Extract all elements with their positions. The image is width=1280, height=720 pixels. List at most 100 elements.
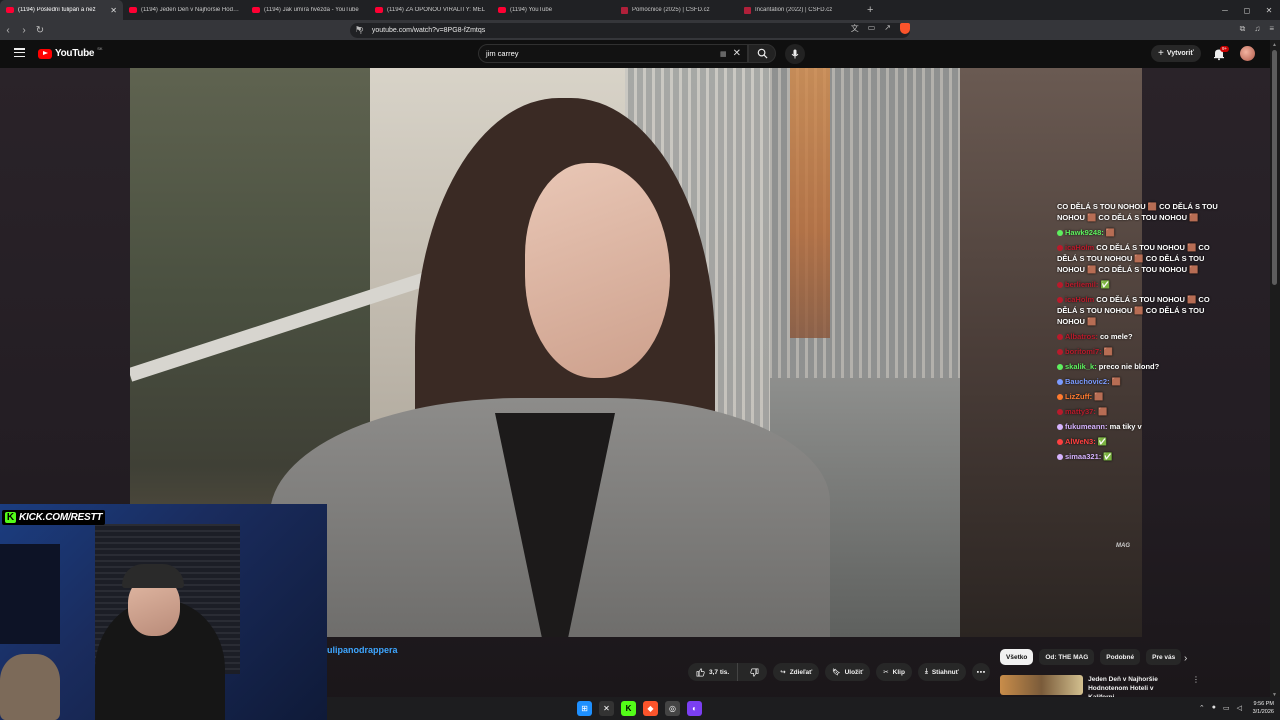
browser-tab-1[interactable]: (1194) Jeden Deň v Najhoršie Hodnot [123, 0, 246, 20]
page-scrollbar[interactable]: ▲ ▼ [1270, 40, 1280, 700]
channel-name[interactable]: ulipanodrappera [327, 645, 398, 655]
media-icon[interactable]: ♫ [1254, 24, 1260, 34]
kick-overlay: K KICK.COM/RESTT [2, 510, 106, 525]
youtube-favicon-icon [252, 7, 260, 13]
youtube-logo[interactable]: YouTube SK [38, 46, 103, 59]
brave-shield-icon[interactable] [900, 23, 910, 34]
chat-text: preco nie blond? [1098, 362, 1160, 371]
share-button[interactable]: ↪ Zdieľať [773, 663, 820, 681]
like-button[interactable]: 3,7 tis. [688, 663, 739, 681]
chat-message: Bauchovic2: 🟫 [1057, 376, 1227, 387]
tab-title: (1194) Poslední tulipán a než [18, 7, 96, 13]
volume-icon[interactable]: ◁ [1237, 704, 1242, 712]
reload-icon[interactable]: ↻ [32, 25, 48, 36]
scrollbar-thumb[interactable] [1272, 50, 1277, 285]
more-options-icon[interactable]: ⋮ [1192, 675, 1200, 695]
tray-overflow-icon[interactable]: ⌃ [1199, 704, 1205, 712]
chat-message: simaa321: ✅ [1057, 451, 1227, 462]
menu-icon[interactable]: ≡ [1269, 24, 1274, 34]
chat-badge-icon [1057, 379, 1063, 386]
minimize-icon[interactable]: ─ [1214, 0, 1236, 20]
brave-browser-icon[interactable]: ◆ [643, 701, 658, 716]
share-icon[interactable]: ↗ [884, 23, 891, 34]
chat-username: Albatros: [1065, 332, 1098, 341]
hamburger-menu-icon[interactable] [14, 48, 25, 57]
webcam-person-cap [122, 564, 184, 588]
extensions-icon[interactable]: ⧉ [1240, 24, 1246, 34]
save-button[interactable]: 🔖︎ Uložiť [825, 663, 871, 681]
chip-for-you[interactable]: Pre vás [1146, 649, 1182, 665]
browser-tab-3[interactable]: (1194) ZA OPONOU VIRALITY: MEL [369, 0, 492, 20]
cast-icon[interactable]: ▭ [868, 23, 876, 34]
browser-tab-5[interactable]: Pomocnice (2025) | ČSFD.cz [615, 0, 738, 20]
chat-badge-icon [1057, 297, 1063, 304]
taskbar-apps: ⊞ ✕ K ◆ ◎ ◐ [577, 701, 702, 716]
like-count: 3,7 tis. [709, 668, 730, 676]
scroll-up-icon[interactable]: ▲ [1272, 42, 1277, 48]
maximize-icon[interactable]: ◻ [1236, 0, 1258, 20]
twitch-app-icon[interactable]: ◐ [687, 701, 702, 716]
kick-app-icon[interactable]: K [621, 701, 636, 716]
chat-badge-icon [1057, 424, 1063, 431]
chat-username: Bauchovic2: [1065, 377, 1110, 386]
chat-username: skalik_k: [1065, 362, 1097, 371]
browser-tab-0[interactable]: (1194) Poslední tulipán a než ✕ [0, 0, 123, 20]
chat-message: berliemil: ✅ [1057, 279, 1227, 290]
create-button[interactable]: + Vytvoriť [1151, 45, 1201, 62]
csfd-favicon-icon [744, 6, 751, 14]
recommended-title[interactable]: Jeden Deň v Najhoršie Hodnotenom Hoteli … [1088, 675, 1187, 701]
streamer-webcam: K KICK.COM/RESTT [0, 504, 327, 720]
download-button[interactable]: ⤓ Stiahnuť [917, 663, 966, 681]
chat-username: LizZuff: [1065, 392, 1093, 401]
dislike-button[interactable] [742, 663, 767, 681]
share-arrow-icon: ↪ [780, 669, 786, 676]
chat-message: boritomi7: 🟫 [1057, 346, 1227, 357]
clip-button[interactable]: ✂ Klip [876, 663, 912, 681]
network-icon[interactable]: ▭ [1223, 704, 1230, 712]
chat-message: CO DĚLÁ S TOU NOHOU 🟫 CO DĚLÁ S TOU NOHO… [1057, 201, 1227, 223]
url-field[interactable]: ⚲ youtube.com/watch?v=8PG8-fZmtqs [350, 23, 910, 38]
chip-all[interactable]: Všetko [1000, 649, 1034, 665]
chips-next-chevron-icon[interactable]: › [1184, 653, 1187, 664]
steam-app-icon[interactable]: ◎ [665, 701, 680, 716]
download-icon: ⤓ [924, 668, 928, 675]
browser-tab-6[interactable]: Incantation (2022) | ČSFD.cz [738, 0, 861, 20]
new-tab-button[interactable]: + [861, 4, 879, 16]
xbox-app-icon[interactable]: ✕ [599, 701, 614, 716]
chat-message: LizZuff: 🟫 [1057, 391, 1227, 402]
chip-from-channel[interactable]: Od: THE MAG [1039, 649, 1095, 665]
translate-icon[interactable]: 文 [851, 23, 859, 34]
clip-label: Klip [892, 668, 905, 676]
chat-text: CO DĚLÁ S TOU NOHOU 🟫 CO DĚLÁ S TOU NOHO… [1057, 202, 1218, 222]
browser-tab-4[interactable]: (1194) YouTube [492, 0, 615, 20]
chat-text: 🟫 [1111, 377, 1122, 386]
bookmark-icon[interactable]: ⚑ [355, 25, 362, 34]
keyboard-icon[interactable]: ▦ [720, 50, 727, 58]
browser-tab-2[interactable]: (1194) Jak umírá hvězda - YouTube [246, 0, 369, 20]
more-actions-button[interactable]: ⋯ [971, 663, 990, 681]
chat-badge-icon [1057, 349, 1063, 356]
forward-icon[interactable]: › [16, 25, 32, 36]
recommended-video[interactable]: Jeden Deň v Najhoršie Hodnotenom Hoteli … [1000, 675, 1200, 701]
back-icon[interactable]: ‹ [0, 25, 16, 36]
notification-count-badge: 9+ [1220, 46, 1230, 52]
clear-search-icon[interactable]: ✕ [733, 48, 741, 59]
tab-title: (1194) Jeden Deň v Najhoršie Hodnot [141, 7, 240, 13]
video-actions: 3,7 tis. ↪ Zdieľať 🔖︎ Uložiť ✂ Klip ⤓ St… [688, 663, 990, 681]
chat-username: fukumeann: [1065, 422, 1108, 431]
logo-text: YouTube [55, 48, 95, 59]
tab-title: Incantation (2022) | ČSFD.cz [755, 7, 833, 13]
chat-badge-icon [1057, 282, 1063, 289]
voice-search-button[interactable] [785, 44, 805, 64]
chip-related[interactable]: Podobné [1100, 649, 1141, 665]
chat-message: icaHolm CO DĚLÁ S TOU NOHOU 🟫 CO DĚLÁ S … [1057, 294, 1227, 327]
close-window-icon[interactable]: ✕ [1258, 0, 1280, 20]
recommended-thumbnail[interactable] [1000, 675, 1084, 695]
close-tab-icon[interactable]: ✕ [110, 6, 117, 15]
search-button[interactable] [748, 44, 776, 63]
mic-tray-icon[interactable]: ● [1212, 704, 1216, 712]
search-input[interactable]: jim carrey ▦ ✕ [478, 44, 748, 63]
windows-start-icon[interactable]: ⊞ [577, 701, 592, 716]
taskbar-clock[interactable]: 9:56 PM 3/1/2026 [1253, 700, 1274, 716]
account-avatar[interactable] [1240, 46, 1255, 61]
